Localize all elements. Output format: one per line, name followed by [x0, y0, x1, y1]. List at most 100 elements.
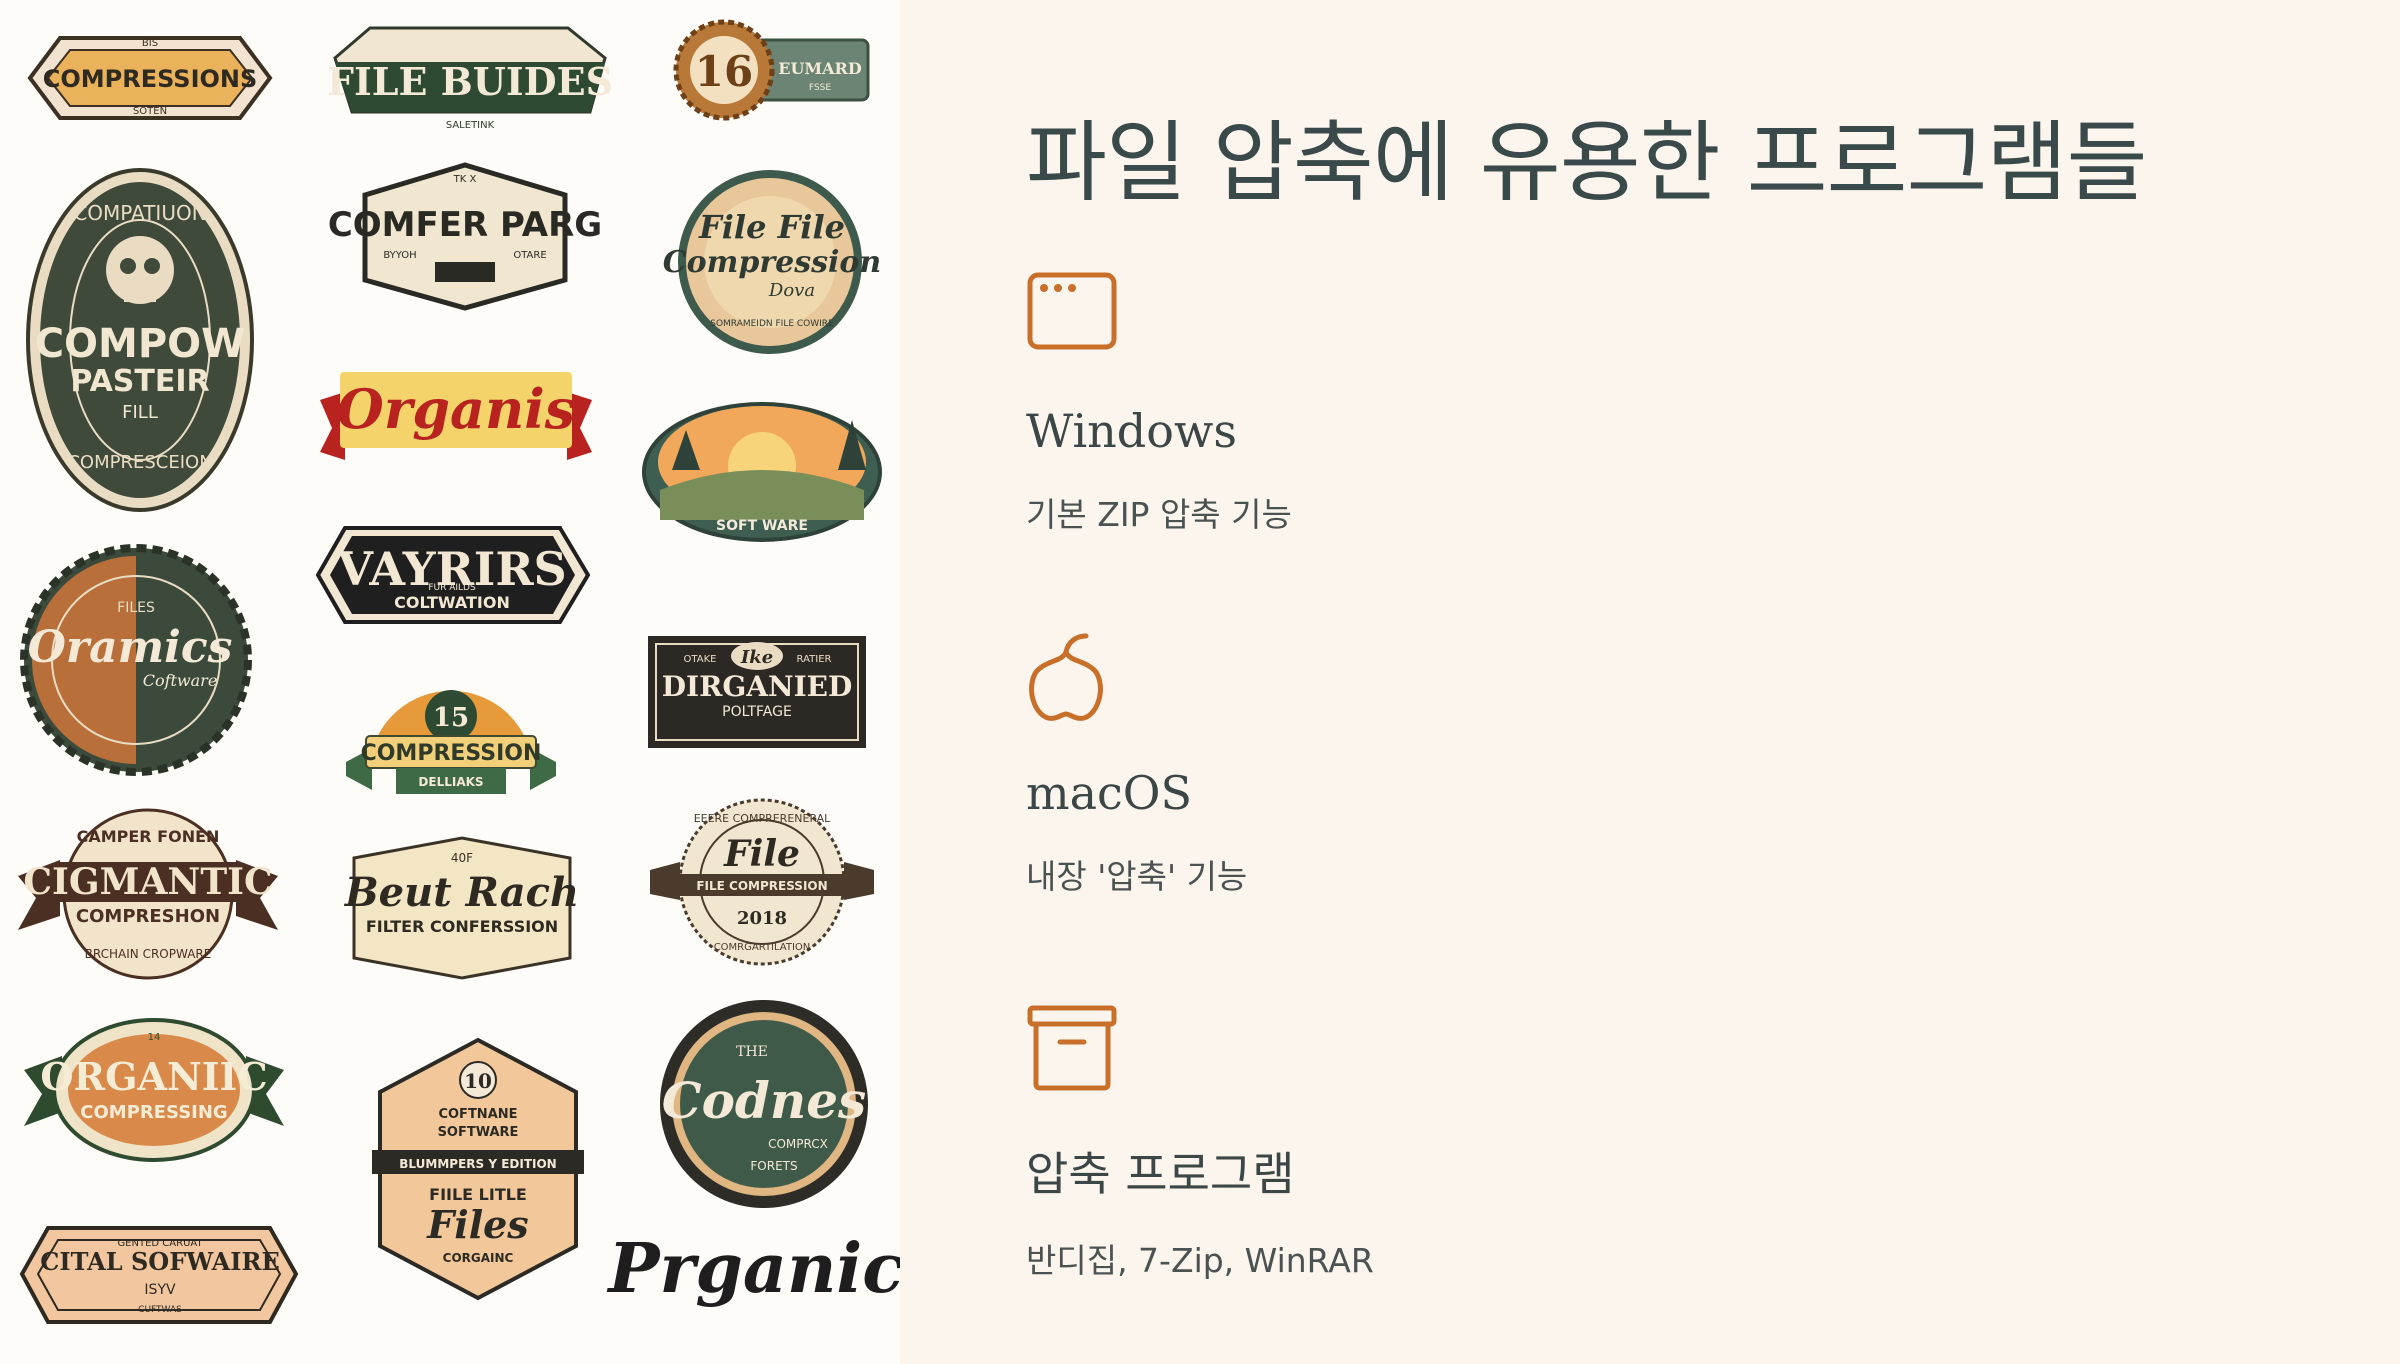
badge-codnes: THE Codnes COMPRCX FORETS [660, 1000, 868, 1208]
badge-vayrirs: VAYRIRS FUR AILDS COLTWATION [315, 526, 591, 624]
feature-compression-programs: 압축 프로그램 반디집, 7-Zip, WinRAR [1026, 1004, 2226, 1282]
badge-collage: BIS COMPRESSIONS SOTEN FILE BUIDES SALET… [0, 0, 900, 1364]
badge-sunset-bottom: SOFT WARE [716, 518, 808, 534]
feature-windows: Windows 기본 ZIP 압축 기능 [1026, 270, 2226, 536]
badge-10-main: Files [426, 1202, 528, 1247]
badge-file-buides: FILE BUIDES SALETINK [327, 26, 613, 131]
badge-beut-rach-main: Beut Rach [344, 869, 579, 916]
content-panel: 파일 압축에 유용한 프로그램들 Windows 기본 ZIP 압축 기능 ma… [900, 0, 2400, 1364]
badge-file-2018-bottom: COMRGARTILATION [714, 942, 811, 953]
badge-collage-graphic: BIS COMPRESSIONS SOTEN FILE BUIDES SALET… [18, 19, 900, 1324]
badge-15-main: COMPRESSION [361, 741, 542, 766]
badge-compressions-top: BIS [142, 38, 158, 49]
badge-oramics-main: Oramics [28, 622, 233, 673]
apple-icon [1029, 633, 1103, 721]
badge-prganic-main: Prganic [606, 1229, 900, 1309]
badge-codnes-bottom: FORETS [750, 1159, 797, 1173]
badge-comfer-parg: TK X COMFER PARG BYYOH OTARE [328, 162, 602, 311]
badge-15-bottom: DELLIAKS [418, 775, 483, 789]
badge-compow-bottom: COMPRESCEION [67, 452, 212, 473]
badge-organis-main: Organis [337, 377, 575, 441]
badge-dirganied-top: OTAKE [684, 654, 717, 665]
feature-heading-windows: Windows [1026, 404, 1237, 458]
badge-cital-sub: ISYV [144, 1282, 176, 1298]
badge-15-number: 15 [433, 703, 469, 733]
feature-macos: macOS 내장 '압축' 기능 [1026, 632, 2226, 898]
badge-organis: Organis [320, 372, 592, 460]
badge-codnes-top: THE [736, 1044, 768, 1060]
badge-oramics-top: FILES [117, 600, 155, 616]
badge-codnes-sub: COMPRCX [768, 1137, 828, 1151]
badge-file-2018-top: EEERE COMPRERENERAL [694, 812, 831, 825]
window-icon [1027, 272, 1117, 350]
badge-vayrirs-bottom: COLTWATION [394, 593, 510, 612]
badge-15-compression: 15 COMPRESSION DELLIAKS [346, 690, 556, 794]
badge-file-2018-main: File [723, 833, 800, 875]
badge-beut-rach: 40F Beut Rach FILTER CONFERSSION [344, 836, 579, 980]
badge-16-eumard: 16 EUMARD FSSE [673, 19, 870, 121]
badge-prganic-script: Prganic [606, 1229, 900, 1309]
feature-heading-macos: macOS [1026, 766, 1193, 820]
badge-16-number: 16 [695, 47, 753, 96]
badge-vayrirs-sub: FUR AILDS [428, 583, 476, 593]
badge-cigmantic-top: CAMPER FONEN [77, 827, 220, 846]
badge-file-buides-main: FILE BUIDES [327, 59, 613, 104]
badge-file-buides-bottom: SALETINK [446, 120, 495, 131]
badge-organiic-top: 14 [148, 1032, 161, 1043]
badge-10-band: BLUMMPERS Y EDITION [399, 1157, 556, 1171]
badge-dirganied-top-right: RATIER [797, 654, 832, 665]
feature-desc-compression-programs: 반디집, 7-Zip, WinRAR [1026, 1241, 1374, 1280]
badge-cigmantic-main: CIGMANTIC [23, 861, 272, 903]
badge-10-files: 10 COFTNANE SOFTWARE BLUMMPERS Y EDITION… [372, 1037, 584, 1301]
archive-box-icon [1027, 1005, 1117, 1091]
badge-10-number: 10 [464, 1069, 492, 1093]
badge-organiic: 14 ORGANIIC COMPRESSING [24, 1018, 284, 1162]
badge-organiic-main: ORGANIIC [40, 1054, 267, 1099]
feature-desc-macos: 내장 '압축' 기능 [1026, 857, 1248, 896]
badge-file-file-main: File File [698, 208, 845, 246]
badge-cigmantic-bottom: BRCHAIN CROPWARE [85, 947, 212, 961]
badge-cigmantic: CAMPER FONEN CIGMANTIC COMPRESHON BRCHAI… [18, 808, 278, 980]
feature-heading-compression-programs: 압축 프로그램 [1026, 1147, 1295, 1201]
feature-desc-windows: 기본 ZIP 압축 기능 [1026, 495, 1292, 534]
badge-compressions: BIS COMPRESSIONS SOTEN [27, 36, 273, 120]
badge-cital-sofwaire: GENTED CARUAT CITAL SOFWAIRE ISYV CUFTWA… [19, 1226, 299, 1324]
badge-10-line2: SOFTWARE [438, 1125, 519, 1140]
badge-dirganied-sub: POLTFAGE [722, 704, 792, 720]
badge-compow-main2: PASTEIR [70, 364, 209, 399]
badge-file-2018: EEERE COMPRERENERAL File FILE COMPRESSIO… [650, 798, 874, 966]
badge-compressions-main: COMPRESSIONS [43, 65, 258, 93]
badge-comfer-top: TK X [453, 174, 477, 185]
badge-cital-main: CITAL SOFWAIRE [40, 1247, 280, 1276]
badge-file-file-sub: Dova [768, 280, 815, 301]
badge-10-line1: COFTNANE [438, 1107, 517, 1122]
badge-compow-sub: FILL [122, 402, 158, 423]
badge-organiic-sub: COMPRESSING [80, 1102, 227, 1123]
badge-dirganied-main: DIRGANIED [662, 670, 853, 703]
badge-compressions-bottom: SOTEN [133, 106, 167, 117]
badge-16-main: EUMARD [778, 59, 862, 78]
badge-beut-rach-top: 40F [451, 851, 473, 865]
badge-codnes-main: Codnes [662, 1071, 866, 1130]
badge-compow-top: COMPATIUON [73, 201, 206, 225]
badge-file-file-main2: Compression [663, 245, 882, 280]
page-title: 파일 압축에 유용한 프로그램들 [1026, 111, 2147, 214]
badge-file-2018-year: 2018 [737, 908, 787, 929]
badge-compow-pasteir: COMPATIUON COMPOW PASTEIR FILL COMPRESCE… [26, 168, 254, 512]
badge-16-sub: FSSE [809, 83, 831, 93]
badge-dirganied: OTAKE Ike RATIER DIRGANIED POLTFAGE [648, 636, 866, 748]
badge-sunset-software: SOFT WARE [642, 402, 882, 542]
badge-oramics-sub: Coftware [143, 671, 218, 690]
badge-file-file-bottom: SOMRAMEIDN FILE COWIRE [710, 319, 834, 329]
badge-beut-rach-sub: FILTER CONFERSSION [366, 917, 558, 936]
badge-comfer-main: COMFER PARG [328, 205, 602, 245]
badge-file-compression-round: File File Compression Dova SOMRAMEIDN FI… [663, 170, 882, 354]
badge-10-bottom: CORGAINC [443, 1251, 514, 1265]
badge-cital-bottom: CUFTWAS [138, 1305, 182, 1315]
badge-file-2018-band: FILE COMPRESSION [696, 879, 827, 893]
badge-comfer-sub-right: OTARE [513, 250, 546, 261]
badge-dirganied-accent: Ike [740, 647, 773, 668]
badge-compow-main: COMPOW [35, 321, 246, 367]
badge-comfer-sub-left: BYYOH [383, 250, 416, 261]
badge-oramics: FILES Oramics Coftware [20, 544, 252, 776]
